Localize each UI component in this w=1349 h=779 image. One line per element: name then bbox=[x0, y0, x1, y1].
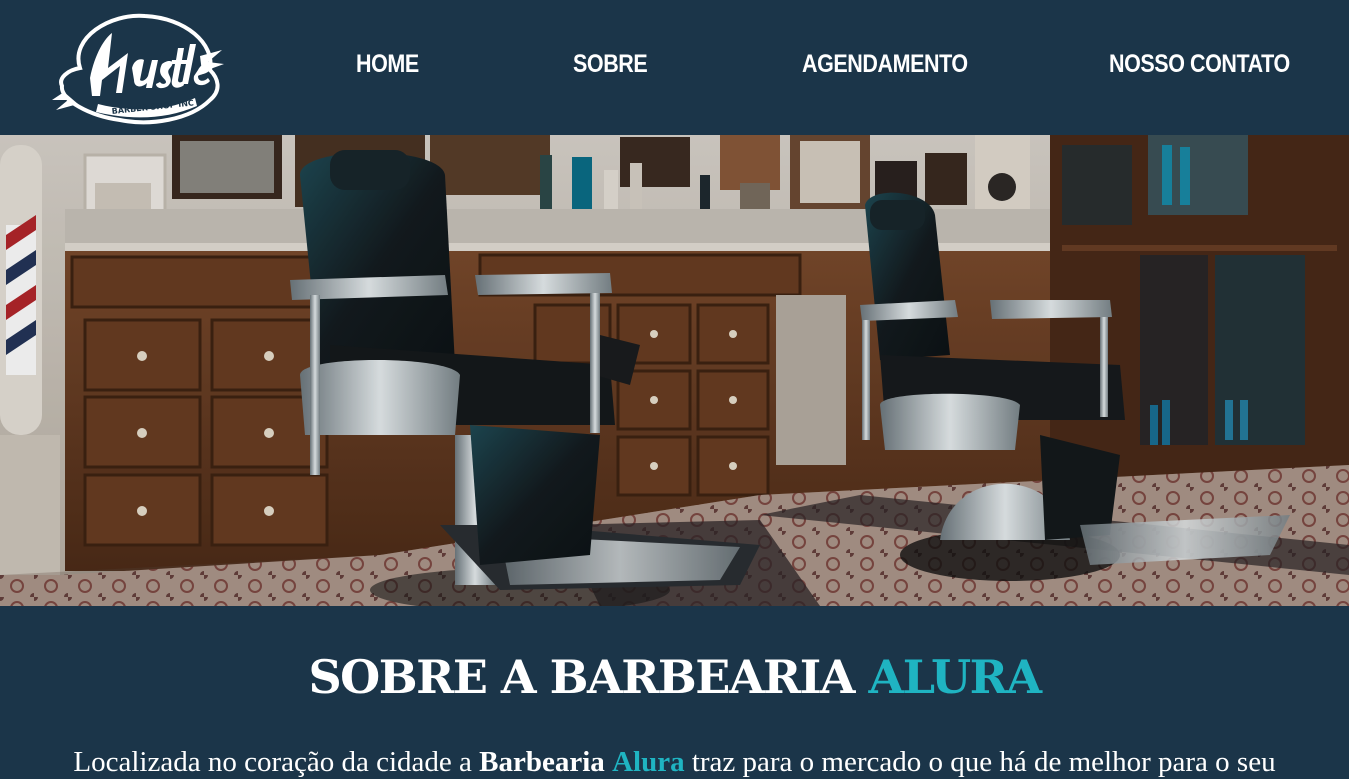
sobre-brand-space bbox=[605, 746, 612, 778]
hero-barbershop-image bbox=[0, 135, 1349, 606]
sobre-title-main: SOBRE A BARBEARIA bbox=[308, 650, 869, 704]
nav-nosso-contato[interactable]: NOSSO CONTATO bbox=[1109, 50, 1290, 79]
sobre-brand-bold: Barbearia bbox=[479, 746, 605, 778]
sobre-text-after: traz para o mercado o que há de melhor p… bbox=[684, 746, 1276, 778]
nav-agendamento[interactable]: AGENDAMENTO bbox=[802, 50, 968, 79]
site-header: BARBER SHOP INC HOME SOBRE AGENDAMENTO N… bbox=[0, 0, 1349, 135]
nav-sobre[interactable]: SOBRE bbox=[573, 50, 648, 79]
sobre-section: SOBRE A BARBEARIA ALURA Localizada no co… bbox=[0, 606, 1349, 778]
nav-home[interactable]: HOME bbox=[356, 50, 419, 79]
sobre-paragraph: Localizada no coração da cidade a Barbea… bbox=[0, 746, 1349, 779]
hustle-logo[interactable]: BARBER SHOP INC bbox=[50, 8, 225, 130]
sobre-title-accent: ALURA bbox=[868, 650, 1043, 704]
sobre-title: SOBRE A BARBEARIA ALURA bbox=[0, 650, 1349, 704]
sobre-text-before: Localizada no coração da cidade a bbox=[73, 746, 480, 778]
sobre-brand-accent: Alura bbox=[612, 746, 685, 778]
